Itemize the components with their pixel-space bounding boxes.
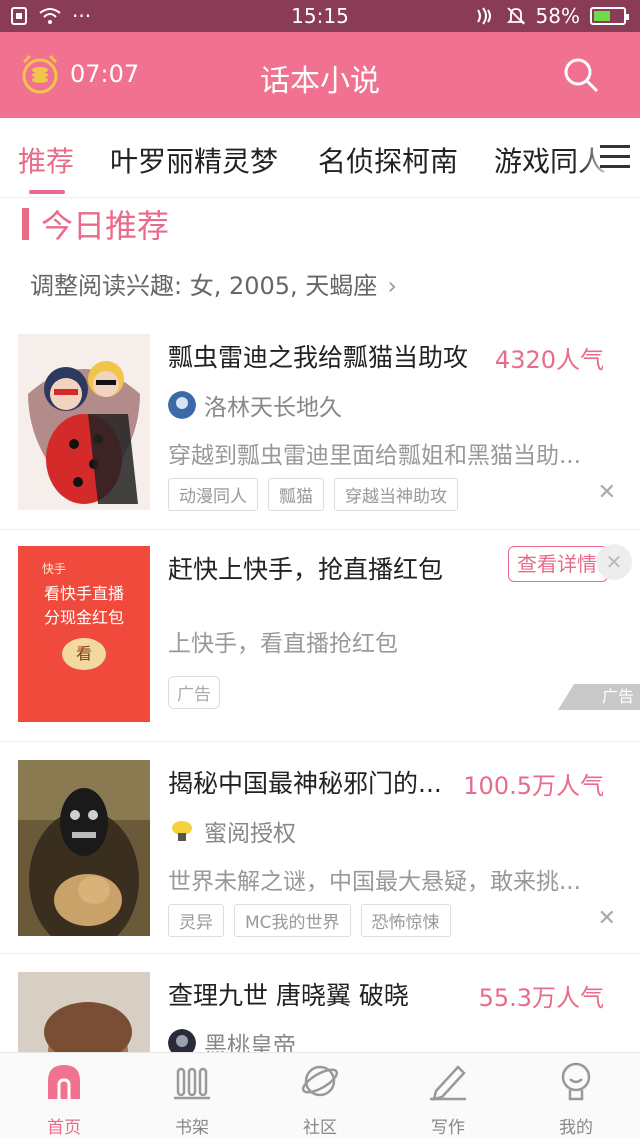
- tab-active-indicator: [29, 190, 65, 194]
- list-item[interactable]: 查理九世 唐晓翼 破晓 55.3万人气 黑桃皇帝: [0, 954, 640, 1052]
- nfc-icon: [476, 7, 491, 25]
- search-icon[interactable]: [562, 56, 600, 94]
- book-title[interactable]: 揭秘中国最神秘邪门的...: [168, 764, 442, 800]
- tag[interactable]: 恐怖惊悚: [360, 904, 451, 937]
- book-title[interactable]: 查理九世 唐晓翼 破晓: [168, 976, 409, 1012]
- ad-corner-label: 广告: [601, 687, 634, 706]
- home-icon: [48, 1065, 80, 1099]
- status-bar: ··· 15:15 58%: [0, 0, 640, 32]
- tag[interactable]: MC我的世界: [234, 904, 351, 937]
- book-description: 穿越到瓢虫雷迪里面给瓢姐和黑猫当助...: [168, 443, 581, 469]
- tag-list: 灵异 MC我的世界 恐怖惊悚: [168, 904, 451, 937]
- nav-community[interactable]: 社区: [280, 1061, 360, 1138]
- author[interactable]: 洛林天长地久: [168, 388, 342, 422]
- ad-title[interactable]: 赶快上快手，抢直播红包: [168, 550, 443, 586]
- close-icon[interactable]: ✕: [598, 906, 616, 931]
- tag[interactable]: 灵异: [168, 904, 224, 937]
- ad-label: 广告: [168, 676, 220, 709]
- tab-yeluoli[interactable]: 叶罗丽精灵梦: [110, 140, 278, 180]
- nav-write[interactable]: 写作: [408, 1061, 488, 1138]
- nav-bookshelf-label: 书架: [175, 1118, 209, 1138]
- status-right: 58%: [474, 4, 629, 28]
- popularity: 100.5万人气: [463, 772, 604, 800]
- bottom-navigation: 首页 书架 社区 写作 我的: [0, 1052, 640, 1138]
- category-tabs: 推荐 叶罗丽精灵梦 名侦探柯南 游戏同人: [0, 118, 640, 198]
- app-title: 话本小说: [260, 64, 380, 99]
- mute-bell-icon: [506, 7, 525, 25]
- tabs-menu-icon[interactable]: [600, 145, 630, 169]
- interest-label: 调整阅读兴趣: 女, 2005, 天蝎座: [30, 272, 378, 300]
- view-details-button[interactable]: 查看详情: [508, 546, 608, 582]
- app-header: 07:07 话本小说: [0, 32, 640, 118]
- ad-cover-brand: 快手: [42, 562, 67, 576]
- author[interactable]: 蜜阅授权: [168, 814, 296, 848]
- book-title[interactable]: 瓢虫雷迪之我给瓢猫当助攻: [168, 338, 468, 374]
- list-item[interactable]: 揭秘中国最神秘邪门的... 100.5万人气 蜜阅授权 世界未解之谜，中国最大悬…: [0, 742, 640, 954]
- book-cover: [18, 760, 150, 936]
- ad-cover-line2: 分现金红包: [43, 608, 124, 627]
- tab-conan[interactable]: 名侦探柯南: [318, 140, 458, 180]
- profile-icon: [561, 1062, 591, 1101]
- tag[interactable]: 瓢猫: [268, 478, 324, 511]
- nav-community-label: 社区: [303, 1118, 337, 1138]
- ad-close-icon[interactable]: ✕: [596, 544, 632, 580]
- planet-icon: [301, 1065, 339, 1097]
- author[interactable]: 黑桃皇帝: [168, 1026, 296, 1052]
- nav-home-label: 首页: [47, 1118, 81, 1138]
- book-cover: [18, 972, 150, 1052]
- tag-list: 动漫同人 瓢猫 穿越当神助攻: [168, 478, 458, 511]
- avatar: [168, 817, 196, 845]
- nav-profile-label: 我的: [559, 1118, 593, 1138]
- nav-write-label: 写作: [431, 1118, 465, 1138]
- pencil-icon: [430, 1065, 466, 1101]
- tag[interactable]: 动漫同人: [168, 478, 258, 511]
- section-header: 今日推荐: [22, 206, 169, 245]
- book-cover: [18, 334, 150, 510]
- avatar: [168, 391, 196, 419]
- nav-profile[interactable]: 我的: [536, 1061, 616, 1138]
- nav-bookshelf[interactable]: 书架: [152, 1061, 232, 1138]
- chevron-right-icon: ›: [387, 272, 397, 300]
- author-name: 洛林天长地久: [204, 395, 342, 421]
- close-icon[interactable]: ✕: [598, 480, 616, 505]
- list-item[interactable]: 瓢虫雷迪之我给瓢猫当助攻 4320人气 洛林天长地久 穿越到瓢虫雷迪里面给瓢姐和…: [0, 320, 640, 530]
- ad-cover-button: 看: [62, 638, 106, 670]
- tab-recommend[interactable]: 推荐: [18, 140, 74, 180]
- popularity: 4320人气: [494, 346, 604, 374]
- ad-corner-badge: 广告: [558, 684, 640, 710]
- section-title: 今日推荐: [41, 207, 170, 245]
- ad-cover: 快手 看快手直播 分现金红包 看: [18, 546, 150, 722]
- ad-description: 上快手，看直播抢红包: [168, 631, 398, 657]
- adjust-interest-link[interactable]: 调整阅读兴趣: 女, 2005, 天蝎座 ›: [30, 266, 397, 301]
- author-name: 黑桃皇帝: [204, 1033, 296, 1052]
- bookshelf-icon: [174, 1067, 210, 1100]
- author-name: 蜜阅授权: [204, 821, 296, 847]
- book-description: 世界未解之谜，中国最大悬疑，敢来挑...: [168, 869, 581, 895]
- tag[interactable]: 穿越当神助攻: [334, 478, 458, 511]
- avatar: [168, 1029, 196, 1052]
- battery-icon: [590, 7, 629, 25]
- battery-percent: 58%: [535, 4, 580, 28]
- ad-cover-line1: 看快手直播: [43, 584, 124, 603]
- nav-home[interactable]: 首页: [24, 1061, 104, 1138]
- popularity: 55.3万人气: [478, 984, 604, 1012]
- ad-item[interactable]: 快手 看快手直播 分现金红包 看 赶快上快手，抢直播红包 查看详情 ✕ 上快手，…: [0, 530, 640, 742]
